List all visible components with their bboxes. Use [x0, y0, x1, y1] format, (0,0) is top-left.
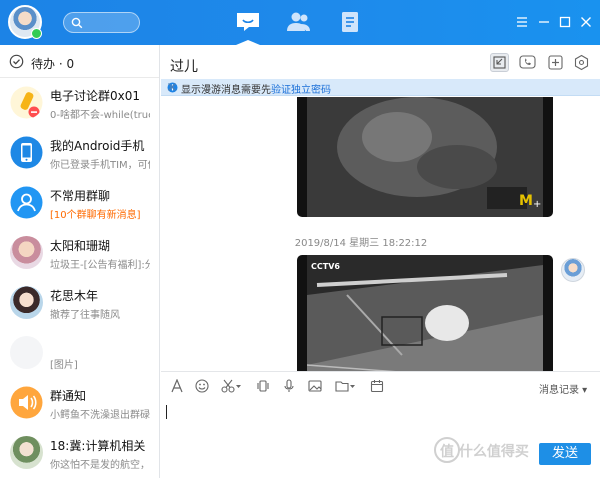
- conversation-preview: 撤荐了往事随风: [50, 310, 120, 321]
- conversation-name: 我的Android手机: [50, 139, 145, 153]
- conversation-item[interactable]: 18:冀:计算机相关 你这怕不是发的航空，我: [0, 429, 159, 478]
- chat-bubble-icon[interactable]: [235, 10, 261, 34]
- menu-icon[interactable]: [515, 15, 529, 29]
- conversation-name: 群通知: [50, 389, 87, 403]
- user-avatar: [10, 436, 43, 469]
- conversation-preview: [10个群聊有新消息]: [50, 210, 141, 221]
- sender-avatar[interactable]: [561, 258, 585, 282]
- maximize-icon[interactable]: [558, 15, 572, 29]
- conversation-item[interactable]: 我的Android手机 你已登录手机TIM，可传: [0, 129, 159, 178]
- screen-share-button[interactable]: [490, 53, 509, 72]
- conversation-item[interactable]: 太阳和珊瑚 垃圾王-[公告有福利]:分: [0, 229, 159, 278]
- check-circle-icon: [9, 54, 24, 69]
- conversation-item[interactable]: [图片]: [0, 329, 159, 378]
- minimize-icon[interactable]: [537, 15, 551, 29]
- video-message[interactable]: M +: [297, 97, 553, 217]
- movie-channel-logo-icon: M +: [519, 193, 541, 209]
- speaker-avatar: [10, 386, 43, 419]
- conversation-preview: 0-啥都不会-while(true): [50, 110, 150, 121]
- group-folder-avatar: [10, 186, 43, 219]
- contacts-icon[interactable]: [286, 10, 312, 34]
- group-pin-avatar: [10, 86, 43, 119]
- conversation-item[interactable]: 不常用群聊 [10个群聊有新消息]: [0, 179, 159, 228]
- svg-text:M: M: [519, 193, 533, 209]
- search-input[interactable]: [63, 12, 140, 33]
- add-member-icon: [548, 55, 563, 70]
- chat-title: 过儿: [170, 59, 198, 75]
- folder-icon[interactable]: [335, 379, 357, 393]
- conversation-name: 花思木年: [50, 289, 99, 303]
- message-area: M + 2019/8/14 星期三 18:22:12 CCTV6 M +: [161, 97, 600, 371]
- font-icon[interactable]: [170, 379, 184, 393]
- message-history-button[interactable]: 消息记录 ▾: [539, 381, 587, 396]
- notice-text: 显示漫游消息需要先验证独立密码: [181, 81, 331, 96]
- phone-avatar: [10, 136, 43, 169]
- close-icon[interactable]: [579, 15, 593, 29]
- conversation-item[interactable]: 电子讨论群0x01 0-啥都不会-while(true): [0, 79, 159, 128]
- image-icon[interactable]: [308, 379, 322, 393]
- self-avatar[interactable]: [8, 5, 42, 39]
- conversation-name: 18:冀:计算机相关: [50, 439, 146, 453]
- watermark-text: 值 什么值得买: [440, 443, 529, 460]
- user-avatar: [10, 236, 43, 269]
- conversation-name: 电子讨论群0x01: [50, 89, 141, 103]
- user-avatar: [10, 286, 43, 319]
- todo-label: 待办 · 0: [31, 57, 75, 71]
- chat-settings-button[interactable]: [572, 53, 591, 72]
- mic-icon[interactable]: [282, 379, 296, 393]
- conversation-preview: [图片]: [50, 360, 78, 371]
- title-bar: [0, 0, 600, 45]
- conversation-name: 不常用群聊: [50, 189, 111, 203]
- conversation-item[interactable]: 群通知 小鳄鱼不洗澡退出群碌乐: [0, 379, 159, 428]
- notice-message: 显示漫游消息需要先: [181, 85, 271, 96]
- chat-pane: 过儿 显示漫游消息需要先验证独立密码 M + 2019/8/14 星期三 18:…: [161, 45, 600, 478]
- calendar-icon[interactable]: [370, 379, 384, 393]
- blurred-avatar: [10, 336, 43, 369]
- roaming-notice-bar: 显示漫游消息需要先验证独立密码: [161, 79, 600, 96]
- verify-password-link[interactable]: 验证独立密码: [271, 85, 331, 96]
- phone-call-icon: [519, 55, 536, 69]
- send-button[interactable]: 发送: [539, 443, 591, 465]
- conversation-list: 待办 · 0 电子讨论群0x01 0-啥都不会-while(true) 我的An…: [0, 45, 160, 478]
- video-thumbnail: [307, 255, 543, 371]
- phone-call-button[interactable]: [518, 53, 537, 72]
- screen-share-icon: [493, 56, 506, 69]
- search-icon: [71, 17, 83, 29]
- svg-text:+: +: [533, 199, 541, 209]
- input-toolbar: 消息记录 ▾: [161, 371, 600, 401]
- add-member-button[interactable]: [546, 53, 565, 72]
- conversation-name: 太阳和珊瑚: [50, 239, 111, 253]
- shake-icon[interactable]: [256, 379, 270, 393]
- conversation-preview: 你这怕不是发的航空，我: [50, 460, 150, 471]
- settings-hex-icon: [574, 54, 589, 71]
- conversation-preview: 小鳄鱼不洗澡退出群碌乐: [50, 410, 150, 421]
- document-icon[interactable]: [338, 10, 364, 34]
- message-timestamp: 2019/8/14 星期三 18:22:12: [294, 238, 428, 249]
- close-notice-icon[interactable]: [167, 82, 177, 92]
- video-thumbnail: [307, 97, 543, 217]
- watermark-logo: 值 什么值得买: [434, 437, 529, 463]
- video-channel-logo: CCTV6: [311, 262, 340, 271]
- conversation-item[interactable]: 花思木年 撤荐了往事随风: [0, 279, 159, 328]
- scissors-icon[interactable]: [221, 379, 243, 393]
- conversation-preview: 你已登录手机TIM，可传: [50, 160, 150, 171]
- video-message[interactable]: CCTV6 M +: [297, 255, 553, 371]
- todo-row[interactable]: 待办 · 0: [0, 45, 159, 78]
- emoji-icon[interactable]: [195, 379, 209, 393]
- conversation-preview: 垃圾王-[公告有福利]:分: [50, 260, 150, 271]
